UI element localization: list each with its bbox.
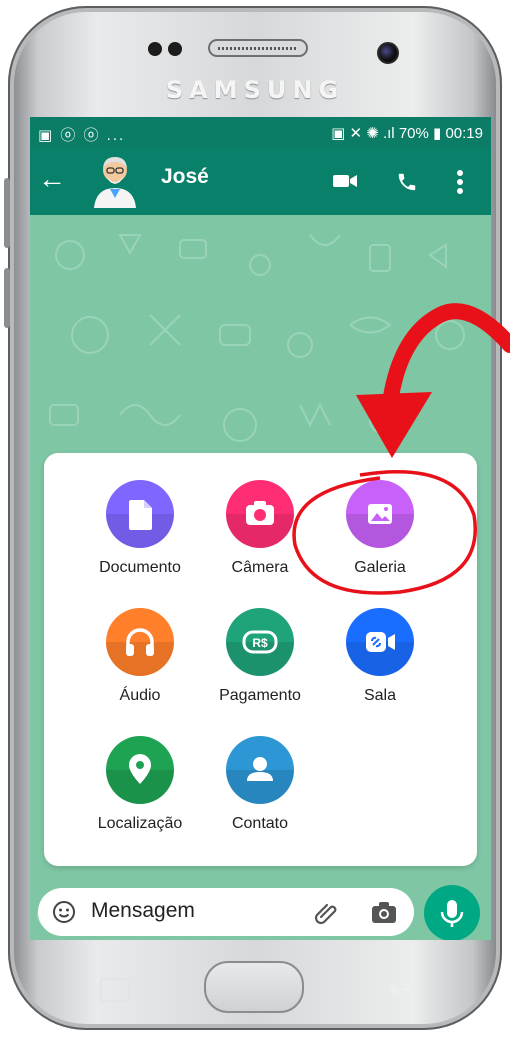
attach-payment[interactable]: R$ Pagamento [200,608,320,705]
chat-header: ← José [30,149,491,215]
status-system-icons: ▣ ✕ ✺ .ıl [331,125,395,142]
notification-icons: ▣ ⓞ ⓞ ... [38,127,126,144]
attach-label: Áudio [119,687,161,704]
location-icon [106,736,174,804]
nav-back-icon[interactable]: ↩ [389,974,411,1005]
attach-label: Câmera [231,559,289,576]
attach-gallery[interactable]: Galeria [320,480,440,577]
back-arrow-icon[interactable]: ← [38,165,66,193]
headphones-icon [106,608,174,676]
message-composer: Mensagem [38,888,414,936]
attachment-menu: Documento Câmera Galeria Áudio R$ Pagame… [44,453,477,866]
volume-button [4,178,10,248]
device-brand: SAMSUNG [165,76,345,104]
attach-clip-icon[interactable] [313,899,339,930]
bixby-button [4,268,10,328]
video-link-icon [346,608,414,676]
microphone-icon [440,900,464,927]
attach-label: Localização [97,815,183,832]
message-input[interactable]: Mensagem [91,899,195,923]
attach-location[interactable]: Localização [80,736,200,833]
sensor-dot [168,42,182,56]
attach-contact[interactable]: Contato [200,736,320,833]
attach-audio[interactable]: Áudio [80,608,200,705]
payment-icon: R$ [226,608,294,676]
emoji-icon[interactable] [52,900,76,929]
camera-input-icon[interactable] [371,900,397,929]
attach-room[interactable]: Sala [320,608,440,705]
contact-name[interactable]: José [161,165,209,189]
avatar[interactable] [88,154,142,208]
front-camera [377,42,399,64]
voice-call-icon[interactable] [396,171,418,198]
video-call-icon[interactable] [332,171,358,196]
attach-label: Pagamento [219,687,301,704]
voice-message-button[interactable] [424,885,480,940]
clock: 00:19 [445,125,483,142]
home-button[interactable] [204,961,304,1013]
sensor-dot [148,42,162,56]
camera-icon [226,480,294,548]
attach-document[interactable]: Documento [80,480,200,577]
attach-label: Galeria [354,559,406,576]
earpiece-speaker [208,39,308,57]
battery-percent: 70% [398,125,429,142]
attach-camera[interactable]: Câmera [200,480,320,577]
document-icon [106,480,174,548]
gallery-icon [346,480,414,548]
attach-label: Contato [231,815,289,832]
battery-icon: ▮ [433,125,442,142]
status-bar: ▣ ⓞ ⓞ ... ▣ ✕ ✺ .ıl 70% ▮ 00:19 [30,117,491,149]
status-right: ▣ ✕ ✺ .ıl 70% ▮ 00:19 [331,124,483,142]
phone-screen: ▣ ⓞ ⓞ ... ▣ ✕ ✺ .ıl 70% ▮ 00:19 ← José D… [30,117,491,940]
more-options-icon[interactable] [456,169,464,200]
svg-text:R$: R$ [252,636,268,650]
attach-label: Documento [99,559,181,576]
contact-icon [226,736,294,804]
attach-label: Sala [363,687,397,704]
recent-apps-icon[interactable] [100,978,130,1002]
